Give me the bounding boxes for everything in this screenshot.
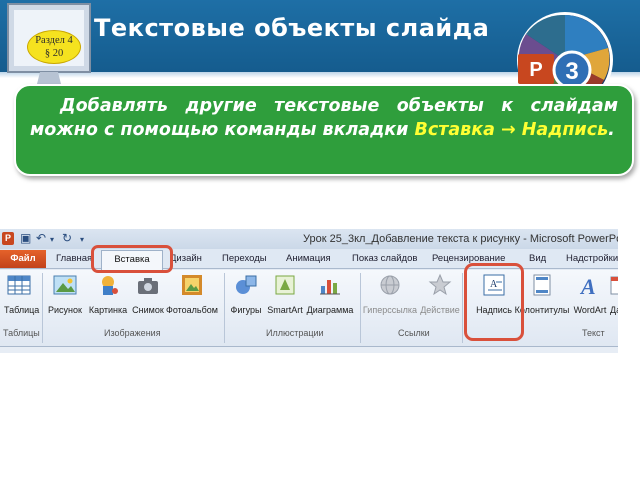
clipart-label: Картинка [88,305,128,315]
date-label: Дата [610,305,618,315]
group-label-text: Текст [582,328,605,338]
header-footer-icon [533,274,551,296]
redo-icon[interactable]: ↻ [62,231,72,245]
chart-label: Диаграмма [306,305,354,315]
tab-home[interactable]: Главная [56,253,92,264]
shapes-button[interactable]: Фигуры [228,272,264,315]
powerpoint-app-icon[interactable]: P [2,232,14,245]
action-label: Действие [420,305,460,315]
window-title: Урок 25_3кл_Добавление текста к рисунку … [303,233,618,245]
chart-icon [320,280,340,295]
group-divider [360,273,361,343]
shapes-label: Фигуры [230,305,262,315]
tab-addins[interactable]: Надстройки [566,253,618,264]
paragraph-number: § 20 [44,48,64,59]
table-icon [7,275,31,295]
picture-icon [53,275,77,295]
photo-album-icon [182,275,202,295]
picture-button[interactable]: Рисунок [46,272,84,315]
photo-album-button[interactable]: Фотоальбом [166,272,218,315]
calendar-icon [610,276,618,295]
save-icon[interactable]: ▣ [20,231,31,245]
camera-icon [138,278,158,294]
screenshot-label: Снимок [132,305,164,315]
action-star-icon [428,273,452,296]
group-label-images: Изображения [104,328,161,338]
tab-view[interactable]: Вид [529,253,546,264]
svg-text:A: A [579,274,596,298]
tab-animation[interactable]: Анимация [286,253,331,264]
shapes-icon [236,275,257,294]
undo-icon[interactable]: ↶ [36,231,46,245]
group-label-links: Ссылки [398,328,430,338]
table-label: Таблица [4,305,40,315]
page-title: Текстовые объекты слайда [94,14,490,42]
svg-text:P: P [529,59,542,81]
photo-album-label: Фотоальбом [166,305,218,315]
tab-transitions[interactable]: Переходы [222,253,267,264]
undo-dropdown-icon[interactable]: ▾ [50,235,54,244]
tab-file[interactable]: Файл [0,250,46,268]
textbox-callout [464,263,524,341]
smartart-button[interactable]: SmartArt [266,272,304,315]
tab-design[interactable]: Дизайн [170,253,202,264]
info-end: . [608,120,615,140]
group-label-tables: Таблицы [3,328,40,338]
group-divider [224,273,225,343]
section-number: Раздел 4 [35,35,73,46]
section-badge: Раздел 4 § 20 [27,30,81,64]
chart-button[interactable]: Диаграмма [304,272,356,315]
wordart-label: WordArt [573,305,607,315]
wordart-icon: A [579,274,596,299]
hyperlink-label: Гиперссылка [362,305,418,315]
picture-label: Рисунок [48,305,82,315]
hyperlink-button[interactable]: Гиперссылка [362,272,418,315]
insert-tab-callout [91,245,173,273]
customize-qat-icon[interactable]: ▾ [80,235,84,244]
ribbon-groups: Таблица Таблицы Рисунок Картинка Снимок … [0,270,618,346]
info-box: Добавлять другие текстовые объекты к сла… [14,84,634,176]
smartart-label: SmartArt [267,305,303,315]
clipart-button[interactable]: Картинка [87,272,129,315]
table-button[interactable]: Таблица [4,272,40,315]
logo-number: 3 [565,58,578,85]
group-divider [462,273,463,343]
smartart-icon [275,275,295,295]
clipart-icon [102,276,118,295]
date-button[interactable]: Дата [608,272,618,315]
info-highlight: Вставка → Надпись [414,120,609,140]
screenshot-button[interactable]: Снимок [130,272,166,315]
ribbon-bottom-strip [0,347,618,353]
group-label-illustrations: Иллюстрации [266,328,324,338]
group-divider [42,273,43,343]
action-button[interactable]: Действие [420,272,460,315]
tab-slideshow[interactable]: Показ слайдов [352,253,417,264]
wordart-button[interactable]: A WordArt [572,272,608,315]
globe-icon [380,275,400,295]
